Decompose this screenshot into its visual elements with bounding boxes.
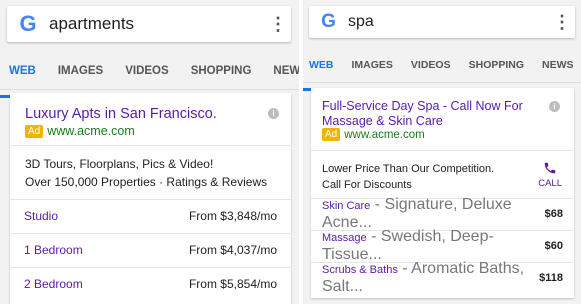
sitelink-text[interactable]: Massage - Swedish, Deep-Tissue...	[322, 228, 545, 264]
sitelink-row[interactable]: Massage - Swedish, Deep-Tissue... $60	[311, 228, 574, 264]
ad-url[interactable]: www.acme.com	[344, 129, 425, 141]
ad-url[interactable]: www.acme.com	[47, 124, 135, 138]
search-bar[interactable]: G spa ⋮	[309, 6, 575, 38]
ad-description: Lower Price Than Our Competition. Call F…	[322, 161, 512, 193]
ad-card: Full-Service Day Spa - Call Now For Mass…	[311, 88, 574, 298]
sitelink-row[interactable]: Skin Care - Signature, Deluxe Acne... $6…	[311, 196, 574, 232]
info-icon[interactable]: i	[549, 101, 560, 112]
tab-images[interactable]: IMAGES	[58, 56, 103, 88]
ad-description-line: Call For Discounts	[322, 179, 412, 191]
tab-news[interactable]: NEWS	[273, 56, 299, 88]
sitelink-row[interactable]: 2 Bedroom From $5,854/mo	[10, 267, 291, 301]
tab-videos[interactable]: VIDEOS	[125, 56, 168, 88]
call-label: CALL	[538, 178, 562, 189]
ad-title[interactable]: Luxury Apts in San Francisco.	[25, 106, 217, 122]
ad-title-line[interactable]: Massage & Skin Care	[322, 114, 443, 128]
search-query[interactable]: spa	[348, 13, 549, 31]
tab-web[interactable]: WEB	[303, 51, 340, 91]
sitelink-row[interactable]: 1 Bedroom From $4,037/mo	[10, 233, 291, 267]
more-vert-icon[interactable]: ⋮	[549, 13, 575, 31]
tab-videos[interactable]: VIDEOS	[411, 51, 451, 81]
ad-title[interactable]: Full-Service Day Spa - Call Now For Mass…	[322, 99, 540, 129]
sitelink-label[interactable]: 1 Bedroom	[24, 243, 83, 257]
more-vert-icon[interactable]: ⋮	[265, 15, 291, 33]
tab-shopping[interactable]: SHOPPING	[469, 51, 524, 81]
tab-web[interactable]: WEB	[0, 56, 44, 98]
search-tabs: WEB IMAGES VIDEOS SHOPPING NEWS M	[303, 51, 581, 91]
phone-icon	[538, 161, 562, 178]
tab-shopping[interactable]: SHOPPING	[191, 56, 252, 88]
sitelink-price: $60	[544, 240, 563, 252]
info-icon[interactable]: i	[268, 108, 279, 119]
search-tabs: WEB IMAGES VIDEOS SHOPPING NEWS MO	[0, 56, 299, 98]
sitelink-price: From $5,854/mo	[188, 277, 277, 291]
ad-description: 3D Tours, Floorplans, Pics & Video! Over…	[25, 155, 267, 191]
tab-images[interactable]: IMAGES	[352, 51, 393, 81]
ad-badge: Ad	[322, 128, 341, 141]
tab-divider	[0, 89, 299, 90]
sitelink-price: From $4,037/mo	[188, 243, 277, 257]
sitelink-row[interactable]: Scrubs & Baths - Aromatic Baths, Salt...…	[311, 260, 574, 296]
right-search-panel: G spa ⋮ WEB IMAGES VIDEOS SHOPPING NEWS …	[303, 0, 581, 304]
ad-description-line: Over 150,000 Properties · Ratings & Revi…	[25, 175, 268, 189]
ad-description-line: Lower Price Than Our Competition.	[322, 163, 495, 175]
left-search-panel: G apartments ⋮ WEB IMAGES VIDEOS SHOPPIN…	[0, 0, 299, 304]
call-button[interactable]: CALL	[538, 161, 562, 189]
sitelink-label[interactable]: Skin Care	[322, 200, 370, 212]
ad-description-line: 3D Tours, Floorplans, Pics & Video!	[25, 157, 214, 171]
sitelink-label[interactable]: Massage	[322, 232, 367, 244]
ad-url-row: Ad www.acme.com	[25, 124, 135, 138]
sitelink-text[interactable]: Skin Care - Signature, Deluxe Acne...	[322, 196, 545, 232]
google-logo-icon: G	[321, 11, 336, 32]
sitelink-text[interactable]: Scrubs & Baths - Aromatic Baths, Salt...	[322, 260, 539, 296]
tab-news[interactable]: NEWS	[542, 51, 574, 81]
sitelink-row[interactable]: Studio From $3,848/mo	[10, 199, 291, 233]
ad-card: Luxury Apts in San Francisco. i Ad www.a…	[10, 93, 291, 304]
tab-divider	[303, 82, 581, 83]
ad-url-row: Ad www.acme.com	[322, 128, 425, 141]
google-logo-icon: G	[19, 11, 37, 36]
sitelink-label[interactable]: Scrubs & Baths	[322, 264, 398, 276]
divider	[311, 150, 574, 151]
ad-badge: Ad	[25, 124, 44, 138]
divider	[10, 145, 291, 146]
sitelink-label[interactable]: 2 Bedroom	[24, 277, 83, 291]
sitelink-price: From $3,848/mo	[188, 209, 277, 223]
sitelink-price: $68	[544, 208, 563, 220]
sitelink-price: $118	[539, 272, 563, 284]
ad-title-line[interactable]: Full-Service Day Spa - Call Now For	[322, 99, 523, 113]
search-bar[interactable]: G apartments ⋮	[7, 6, 291, 42]
sitelink-label[interactable]: Studio	[24, 209, 58, 223]
search-query[interactable]: apartments	[49, 14, 265, 34]
